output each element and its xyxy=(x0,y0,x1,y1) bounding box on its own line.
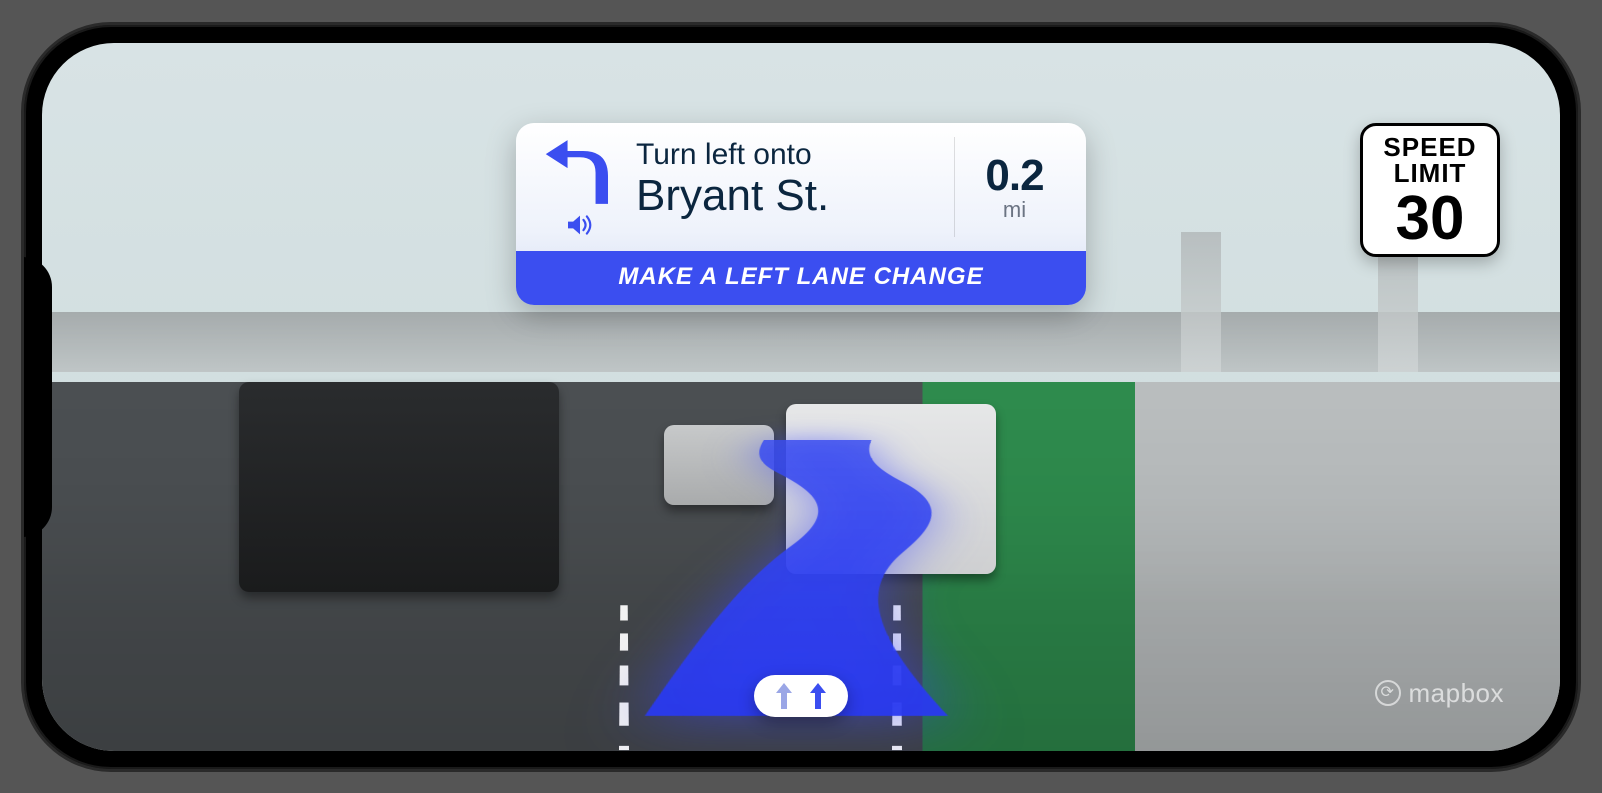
scene-lane-line xyxy=(619,606,629,751)
phone-frame: Turn left onto Bryant St. 0.2 mi MAKE A … xyxy=(21,22,1581,772)
maneuver-card-main: Turn left onto Bryant St. 0.2 mi xyxy=(516,123,1086,251)
lane-straight-icon xyxy=(808,683,828,709)
turn-left-arrow-icon xyxy=(540,137,620,207)
scene-vehicle xyxy=(786,404,996,574)
distance-unit: mi xyxy=(1003,197,1026,223)
audio-on-icon[interactable] xyxy=(566,213,594,237)
phone-screen: Turn left onto Bryant St. 0.2 mi MAKE A … xyxy=(42,43,1560,751)
speed-limit-label: SPEED LIMIT xyxy=(1371,134,1489,186)
lane-straight-icon xyxy=(774,683,794,709)
distance-value: 0.2 xyxy=(985,151,1043,201)
scene-bridge xyxy=(42,312,1560,372)
speed-limit-value: 30 xyxy=(1371,188,1489,250)
scene-vehicle xyxy=(239,382,559,592)
phone-notch xyxy=(21,257,52,537)
lane-indicator[interactable] xyxy=(754,675,848,717)
scene-vehicle xyxy=(664,425,774,505)
maneuver-arrow-column xyxy=(530,137,630,237)
maneuver-text: Turn left onto Bryant St. xyxy=(630,137,954,237)
maneuver-instruction: Turn left onto xyxy=(636,137,954,173)
maneuver-distance: 0.2 mi xyxy=(954,137,1064,237)
attribution-icon: ⟳ xyxy=(1375,680,1401,706)
maneuver-street: Bryant St. xyxy=(636,171,954,221)
sub-instruction-banner: MAKE A LEFT LANE CHANGE xyxy=(516,251,1086,305)
speed-limit-label-line: LIMIT xyxy=(1394,158,1467,188)
attribution-brand: mapbox xyxy=(1409,678,1505,709)
scene-lane-line xyxy=(892,606,902,751)
maneuver-card[interactable]: Turn left onto Bryant St. 0.2 mi MAKE A … xyxy=(516,123,1086,305)
map-attribution[interactable]: ⟳ mapbox xyxy=(1375,678,1505,709)
speed-limit-sign: SPEED LIMIT 30 xyxy=(1360,123,1500,257)
